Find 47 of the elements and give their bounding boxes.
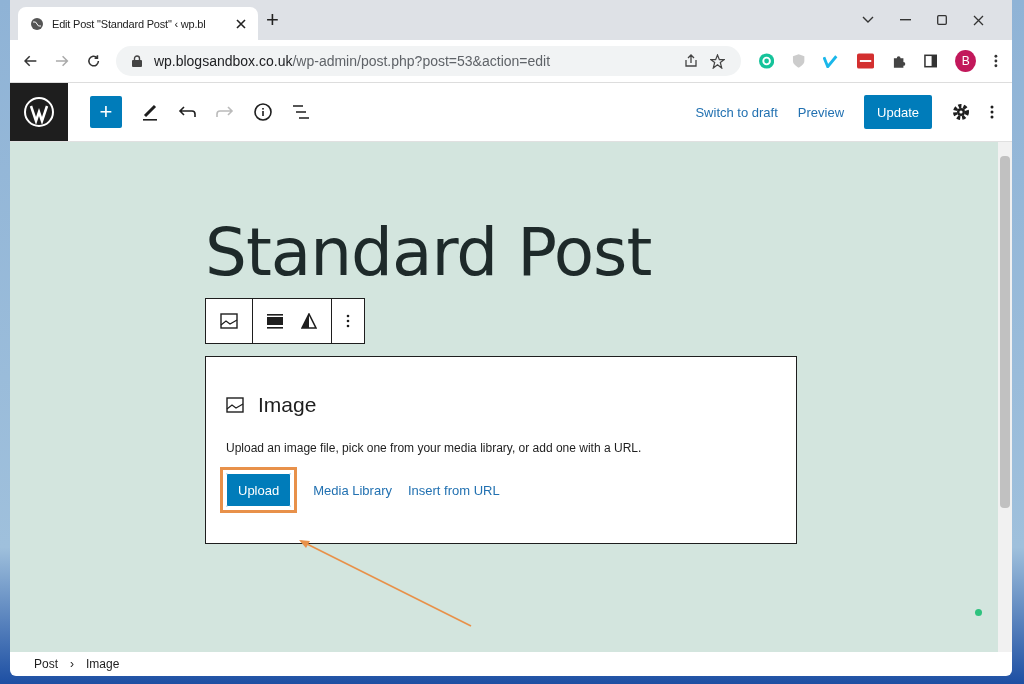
list-view-icon[interactable] xyxy=(292,105,310,119)
block-description: Upload an image file, pick one from your media library, or add one with a URL. xyxy=(226,441,643,455)
chevron-down-icon[interactable] xyxy=(862,16,874,24)
wordpress-logo[interactable] xyxy=(10,83,68,141)
upload-button[interactable]: Upload xyxy=(226,473,292,507)
browser-tab[interactable]: Edit Post "Standard Post" ‹ wp.bl xyxy=(18,7,258,40)
minimize-icon[interactable] xyxy=(900,19,911,21)
insert-from-url-link[interactable]: Insert from URL xyxy=(407,482,500,498)
more-vertical-icon[interactable] xyxy=(990,105,994,119)
more-vertical-icon[interactable] xyxy=(346,314,350,328)
undo-icon[interactable] xyxy=(178,106,196,118)
side-panel-icon[interactable] xyxy=(923,54,938,68)
globe-icon xyxy=(30,16,44,31)
triangle-icon[interactable] xyxy=(301,313,317,329)
share-icon[interactable] xyxy=(683,54,698,68)
back-arrow-icon[interactable] xyxy=(24,55,38,67)
maximize-icon[interactable] xyxy=(937,15,947,25)
media-library-link[interactable]: Media Library xyxy=(313,482,392,498)
update-button[interactable]: Update xyxy=(864,95,932,129)
more-vertical-icon[interactable] xyxy=(994,54,998,68)
image-icon[interactable] xyxy=(220,313,238,329)
tab-title: Edit Post "Standard Post" ‹ wp.bl xyxy=(52,17,207,30)
star-icon[interactable] xyxy=(709,53,725,69)
breadcrumb-link[interactable]: Post xyxy=(34,657,58,671)
close-icon[interactable] xyxy=(236,18,246,29)
extension-icon[interactable] xyxy=(856,53,874,69)
add-block-button[interactable]: + xyxy=(90,96,122,128)
puzzle-icon[interactable] xyxy=(891,53,906,69)
breadcrumb-link[interactable]: Image xyxy=(86,657,120,671)
preview-link[interactable]: Preview xyxy=(797,104,845,120)
info-icon[interactable] xyxy=(254,103,272,121)
post-title[interactable]: Standard Post xyxy=(205,220,797,286)
settings-icon[interactable] xyxy=(952,103,970,121)
reload-icon[interactable] xyxy=(86,54,100,68)
align-icon[interactable] xyxy=(267,313,283,329)
scrollbar[interactable] xyxy=(998,142,1012,652)
address-bar[interactable]: wp.blogsandbox.co.uk/wp-admin/post.php?post=53&action=edit xyxy=(115,46,741,76)
block-heading: Image xyxy=(258,393,317,417)
image-icon xyxy=(226,397,244,413)
switch-to-draft-link[interactable]: Switch to draft xyxy=(695,104,778,120)
lock-icon xyxy=(131,55,142,67)
breadcrumb-separator: › xyxy=(70,657,74,671)
close-icon[interactable] xyxy=(973,14,984,26)
status-dot xyxy=(975,609,982,616)
new-tab-button[interactable]: + xyxy=(262,7,283,33)
profile-avatar[interactable]: B xyxy=(955,50,977,72)
pencil-icon[interactable] xyxy=(142,103,158,121)
